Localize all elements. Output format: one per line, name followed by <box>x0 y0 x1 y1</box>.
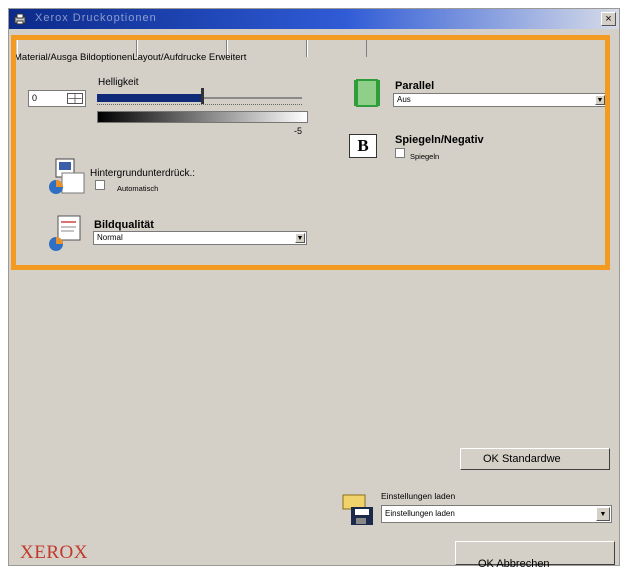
window-title: Xerox Druckoptionen <box>35 12 157 24</box>
printer-app-icon <box>14 13 26 25</box>
ok-cancel-button[interactable]: OK Abbrechen <box>455 541 615 570</box>
xerox-logo: XEROX <box>20 542 88 563</box>
title-bar: Xerox Druckoptionen × <box>9 9 619 29</box>
load-settings-value: Einstellungen laden <box>385 509 455 518</box>
load-settings-icon <box>342 494 373 525</box>
close-button[interactable]: × <box>601 12 616 26</box>
load-settings-select[interactable]: Einstellungen laden ▼ <box>381 505 612 523</box>
standard-values-button[interactable]: OK Standardwe <box>460 448 610 470</box>
highlight-frame <box>11 35 610 270</box>
ok-cancel-label: OK Abbrechen <box>478 558 550 570</box>
load-settings-label: Einstellungen laden <box>381 491 456 501</box>
standard-values-label: OK Standardwe <box>483 453 561 465</box>
chevron-down-icon[interactable]: ▼ <box>596 507 610 521</box>
